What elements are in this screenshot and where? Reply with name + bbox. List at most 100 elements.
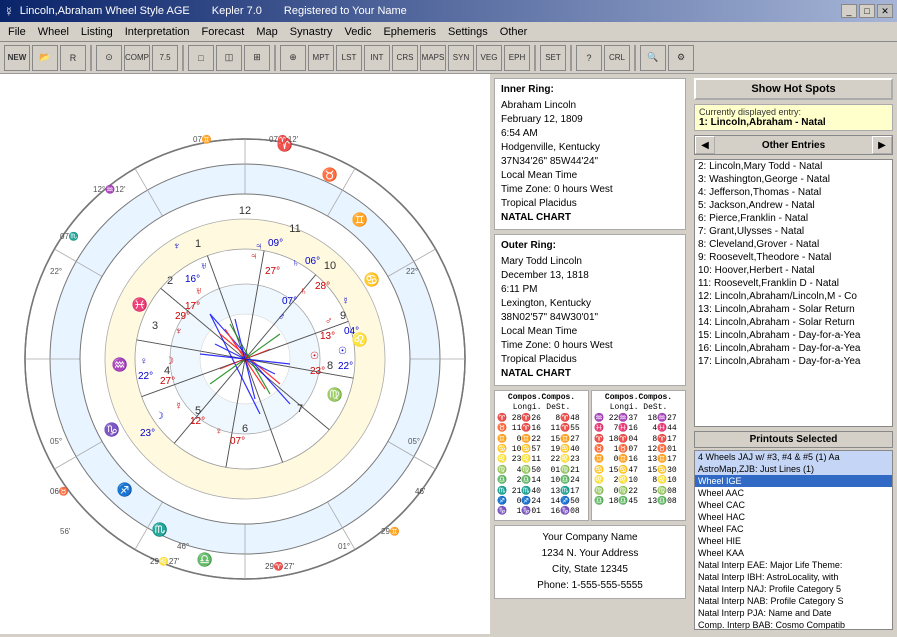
company-address: 1234 N. Your Address	[501, 546, 679, 562]
entry-item[interactable]: 15: Lincoln,Abraham - Day-for-a-Yea	[695, 329, 892, 342]
entry-item[interactable]: 14: Lincoln,Abraham - Solar Return	[695, 316, 892, 329]
svg-text:☉: ☉	[338, 346, 347, 357]
entries-next-button[interactable]: ▶	[872, 136, 892, 154]
printout-item[interactable]: Comp. Interp BAB: Cosmo Compatib	[695, 619, 892, 630]
other-entries-label: Other Entries	[715, 140, 872, 151]
show-hotspots-button[interactable]: Show Hot Spots	[694, 78, 893, 100]
toolbar-maps[interactable]: MAPS	[420, 45, 446, 71]
svg-text:♏: ♏	[152, 522, 168, 537]
toolbar-b3[interactable]: ⊞	[244, 45, 270, 71]
toolbar-b1[interactable]: □	[188, 45, 214, 71]
entry-item[interactable]: 9: Roosevelt,Theodore - Natal	[695, 251, 892, 264]
printout-item[interactable]: Wheel KAA	[695, 547, 892, 559]
toolbar-open[interactable]: 📂	[32, 45, 58, 71]
svg-text:♑: ♑	[104, 422, 120, 437]
printout-item[interactable]: 4 Wheels JAJ w/ #3, #4 & #5 (1) Aa	[695, 451, 892, 463]
outer-ring-block: Outer Ring: Mary Todd Lincoln December 1…	[494, 234, 686, 386]
printout-item[interactable]: Natal Interp IBH: AstroLocality, with	[695, 571, 892, 583]
printout-item[interactable]: Wheel AAC	[695, 487, 892, 499]
printout-item[interactable]: Natal Interp EAE: Major Life Theme:	[695, 559, 892, 571]
toolbar-int[interactable]: INT	[364, 45, 390, 71]
entry-item[interactable]: 4: Jefferson,Thomas - Natal	[695, 186, 892, 199]
toolbar-veg[interactable]: VEG	[476, 45, 502, 71]
maximize-button[interactable]: □	[859, 4, 875, 18]
entry-item[interactable]: 16: Lincoln,Abraham - Day-for-a-Yea	[695, 342, 892, 355]
svg-text:♎: ♎	[197, 552, 213, 567]
printouts-list[interactable]: 4 Wheels JAJ w/ #3, #4 & #5 (1) AaAstroM…	[694, 450, 893, 630]
close-button[interactable]: ✕	[877, 4, 893, 18]
app-logo: ☿	[4, 4, 14, 19]
entry-item[interactable]: 10: Hoover,Herbert - Natal	[695, 264, 892, 277]
printout-item[interactable]: Wheel FAC	[695, 523, 892, 535]
chart-area: 12 11 10 9 8 7 6 5 4 3 2 1 ♈ ♉ ♊ ♋ ♌	[0, 74, 490, 634]
toolbar-comp[interactable]: COMP	[124, 45, 150, 71]
svg-text:☿: ☿	[175, 401, 183, 412]
entry-item[interactable]: 17: Lincoln,Abraham - Day-for-a-Yea	[695, 355, 892, 368]
toolbar-save[interactable]: R	[60, 45, 86, 71]
toolbar-75[interactable]: 7.5	[152, 45, 178, 71]
minimize-button[interactable]: _	[841, 4, 857, 18]
printout-item[interactable]: Natal Interp NAJ: Profile Category 5	[695, 583, 892, 595]
menu-item-map[interactable]: Map	[250, 24, 283, 40]
menu-item-forecast[interactable]: Forecast	[196, 24, 251, 40]
compos-box2-sub: Longi. DeSt.	[594, 403, 683, 413]
toolbar-chart[interactable]: ⊙	[96, 45, 122, 71]
inner-ring-charttype: Tropical Placidus	[501, 197, 679, 211]
printout-item[interactable]: Wheel CAC	[695, 499, 892, 511]
menu-item-listing[interactable]: Listing	[75, 24, 119, 40]
toolbar-gear[interactable]: ⚙	[668, 45, 694, 71]
menu-item-ephemeris[interactable]: Ephemeris	[377, 24, 442, 40]
entry-item[interactable]: 13: Lincoln,Abraham - Solar Return	[695, 303, 892, 316]
toolbar-crl[interactable]: CRL	[604, 45, 630, 71]
toolbar-help[interactable]: ?	[576, 45, 602, 71]
inner-ring-title: Inner Ring:	[501, 83, 679, 97]
other-entries-header: ◀ Other Entries ▶	[694, 135, 893, 155]
printout-item[interactable]: Wheel IGE	[695, 475, 892, 487]
svg-text:1: 1	[195, 238, 201, 250]
toolbar-search[interactable]: 🔍	[640, 45, 666, 71]
menu-item-settings[interactable]: Settings	[442, 24, 494, 40]
entry-item[interactable]: 7: Grant,Ulysses - Natal	[695, 225, 892, 238]
entry-item[interactable]: 2: Lincoln,Mary Todd - Natal	[695, 160, 892, 173]
entry-item[interactable]: 8: Cleveland,Grover - Natal	[695, 238, 892, 251]
entry-item[interactable]: 11: Roosevelt,Franklin D - Natal	[695, 277, 892, 290]
toolbar-sep6	[634, 45, 636, 71]
outer-ring-charttype: Tropical Placidus	[501, 353, 679, 367]
menu-item-interpretation[interactable]: Interpretation	[119, 24, 196, 40]
toolbar-b2[interactable]: ◫	[216, 45, 242, 71]
entries-prev-button[interactable]: ◀	[695, 136, 715, 154]
toolbar-lst[interactable]: LST	[336, 45, 362, 71]
svg-text:07°: 07°	[230, 436, 245, 447]
astrology-chart[interactable]: 12 11 10 9 8 7 6 5 4 3 2 1 ♈ ♉ ♊ ♋ ♌	[0, 74, 490, 634]
menu-item-other[interactable]: Other	[494, 24, 534, 40]
toolbar-syn[interactable]: SYN	[448, 45, 474, 71]
printout-item[interactable]: Wheel HAC	[695, 511, 892, 523]
toolbar-new[interactable]: NEW	[4, 45, 30, 71]
entries-list[interactable]: 2: Lincoln,Mary Todd - Natal3: Washingto…	[694, 159, 893, 427]
toolbar-mpt[interactable]: MPT	[308, 45, 334, 71]
toolbar-sep4	[534, 45, 536, 71]
entry-item[interactable]: 3: Washington,George - Natal	[695, 173, 892, 186]
menu-item-synastry[interactable]: Synastry	[284, 24, 339, 40]
entry-item[interactable]: 12: Lincoln,Abraham/Lincoln,M - Co	[695, 290, 892, 303]
printout-item[interactable]: Natal Interp PJA: Name and Date	[695, 607, 892, 619]
svg-text:♓: ♓	[132, 297, 148, 312]
printout-item[interactable]: Natal Interp NAB: Profile Category S	[695, 595, 892, 607]
toolbar-eph[interactable]: EPH	[504, 45, 530, 71]
entry-item[interactable]: 6: Pierce,Franklin - Natal	[695, 212, 892, 225]
printout-item[interactable]: AstroMap,ZJB: Just Lines (1)	[695, 463, 892, 475]
svg-text:22°: 22°	[50, 267, 62, 276]
registered-text: Registered to Your Name	[284, 5, 407, 17]
entry-item[interactable]: 5: Jackson,Andrew - Natal	[695, 199, 892, 212]
svg-text:22°: 22°	[138, 371, 153, 382]
svg-text:♀: ♀	[140, 356, 148, 367]
toolbar-crs[interactable]: CRS	[392, 45, 418, 71]
compos-box-2: Compos.Compos. Longi. DeSt. ♒ 22♒37 18♒2…	[591, 390, 686, 521]
menu-item-file[interactable]: File	[2, 24, 32, 40]
menu-item-vedic[interactable]: Vedic	[339, 24, 378, 40]
printout-item[interactable]: Wheel HIE	[695, 535, 892, 547]
menu-item-wheel[interactable]: Wheel	[32, 24, 75, 40]
toolbar-set[interactable]: SET	[540, 45, 566, 71]
svg-text:01°: 01°	[338, 542, 350, 551]
toolbar-c1[interactable]: ⊕	[280, 45, 306, 71]
